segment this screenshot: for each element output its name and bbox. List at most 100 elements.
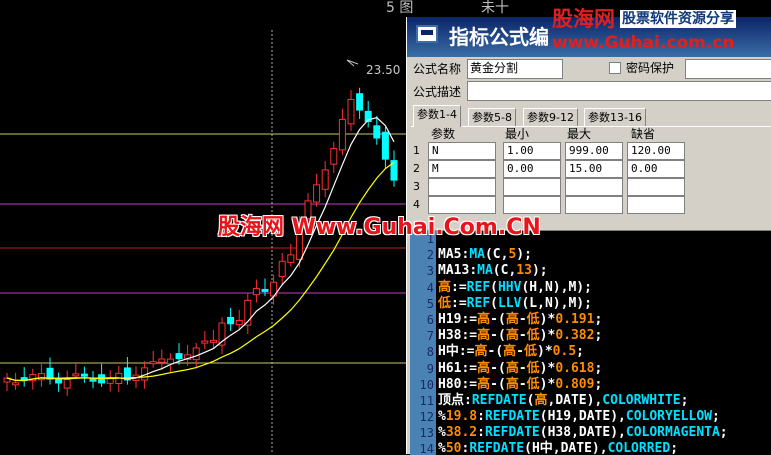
code-token: 高 — [477, 328, 491, 344]
code-token: : — [477, 425, 485, 441]
peak-label: 23.50 — [366, 63, 400, 77]
param-def-cell[interactable] — [627, 178, 685, 196]
tab-params-5-8[interactable]: 参数5-8 — [468, 108, 516, 126]
name-field[interactable]: 黄金分割 — [467, 59, 563, 79]
code-token: H61 — [438, 360, 462, 376]
code-token: 0.5 — [552, 344, 577, 360]
desc-field[interactable] — [467, 81, 771, 101]
code-token: 低 — [526, 376, 540, 392]
line-number: 6 — [426, 312, 434, 327]
param-def-cell[interactable] — [627, 196, 685, 214]
code-text: 低:=REF(LLV(L,N),M); — [438, 296, 592, 312]
line-number: 2 — [426, 248, 434, 263]
code-token: := — [461, 360, 478, 376]
code-token: := — [451, 295, 467, 311]
code-token: N — [544, 295, 553, 311]
code-token: ), — [552, 279, 569, 295]
line-number: 14 — [419, 442, 434, 455]
peak-marker: 23.50 — [346, 59, 400, 77]
code-token: ); — [576, 295, 592, 311]
candle-body — [80, 373, 88, 377]
code-token: , — [571, 425, 579, 441]
code-token: ( — [539, 409, 548, 425]
code-token: COLORRED — [607, 441, 671, 455]
code-token: : — [469, 263, 478, 279]
code-token: ; — [594, 360, 603, 376]
code-token: 高 — [505, 360, 519, 376]
line-number: 12 — [419, 410, 434, 425]
param-max-cell[interactable] — [565, 178, 623, 196]
code-token: LLV — [497, 295, 522, 311]
code-token: 低 — [526, 311, 540, 327]
line-number: 8 — [426, 345, 434, 360]
param-def-cell[interactable]: 0.00 — [627, 160, 685, 178]
code-token: ( — [484, 247, 493, 263]
code-token: - — [518, 311, 527, 327]
param-min-cell[interactable] — [503, 196, 561, 214]
param-max-cell[interactable]: 999.00 — [565, 142, 623, 160]
window-title: 指标公式编 — [449, 25, 549, 49]
ma13-line — [6, 161, 395, 382]
code-line: 10 H80:=高-(高-低)*0.809; — [410, 377, 771, 393]
param-def-cell[interactable]: 120.00 — [627, 142, 685, 160]
code-token: 高 — [477, 376, 491, 392]
code-token: REFDATE — [471, 392, 527, 408]
code-token: DATE — [555, 392, 587, 408]
candle-body — [252, 287, 260, 296]
code-token: DATE — [560, 441, 592, 455]
param-row-number: 3 — [413, 180, 420, 193]
code-token: HHV — [497, 279, 522, 295]
candle-body — [278, 260, 286, 278]
param-row-number: 4 — [413, 198, 420, 211]
param-row-number: 2 — [413, 162, 420, 175]
param-min-cell[interactable] — [503, 178, 561, 196]
tab-params-1-4[interactable]: 参数1-4 — [413, 105, 461, 127]
code-token: L — [529, 295, 538, 311]
candle-body — [149, 361, 157, 365]
password-field[interactable] — [685, 59, 771, 79]
param-max-cell[interactable]: 15.00 — [565, 160, 623, 178]
code-token: ; — [594, 376, 603, 392]
code-text: H19:=高-(高-低)*0.191; — [438, 312, 602, 328]
top-label-mid: 未十 — [481, 0, 509, 16]
code-token: ; — [594, 328, 603, 344]
password-checkbox[interactable] — [609, 62, 621, 74]
tab-params-9-12[interactable]: 参数9-12 — [523, 108, 578, 126]
param-name-cell[interactable]: N — [428, 142, 496, 160]
line-number: 13 — [419, 426, 434, 441]
param-name-cell[interactable]: M — [428, 160, 496, 178]
code-token: ); — [531, 263, 548, 279]
code-token: H — [529, 279, 538, 295]
password-label: 密码保护 — [626, 61, 675, 75]
code-token: 高 — [474, 344, 488, 360]
tab-params-13-16[interactable]: 参数13-16 — [584, 108, 646, 126]
code-token: ), — [586, 392, 603, 408]
code-token: 19.8 — [445, 409, 478, 425]
top-label-left: 5 图 — [386, 0, 414, 16]
watermark-tag: 股票软件资源分享 — [620, 10, 736, 28]
code-token: 0.809 — [555, 376, 595, 392]
code-line: 7 H38:=高-(高-低)*0.382; — [410, 328, 771, 344]
watermark-cn: 股海网 — [552, 7, 615, 31]
line-number: 4 — [426, 280, 434, 295]
code-editor[interactable]: 1 2 MA5:MA(C,5); 3 MA13:MA(C,13); 4 高:=REF(HHV… — [410, 230, 771, 455]
candle-body — [261, 288, 269, 292]
level-lines — [0, 133, 406, 364]
param-name-cell[interactable] — [428, 196, 496, 214]
candle-body — [192, 347, 200, 361]
param-max-cell[interactable] — [565, 196, 623, 214]
code-token: 低 — [438, 295, 452, 311]
param-name-cell[interactable] — [428, 178, 496, 196]
code-token: 高 — [534, 392, 548, 408]
code-line: 6 H19:=高-(高-低)*0.191; — [410, 312, 771, 328]
code-line: 9 H61:=高-(高-低)*0.618; — [410, 361, 771, 377]
line-number: 3 — [426, 264, 434, 279]
param-min-cell[interactable]: 1.00 — [503, 142, 561, 160]
code-token: H中 — [438, 344, 459, 360]
code-token: ( — [490, 295, 498, 311]
code-token: ; — [670, 441, 679, 455]
code-text: 顶点:REFDATE(高,DATE),COLORWHITE; — [438, 393, 688, 409]
candle-body — [330, 148, 338, 165]
param-min-cell[interactable]: 0.00 — [503, 160, 561, 178]
code-token: H19 — [438, 311, 462, 327]
